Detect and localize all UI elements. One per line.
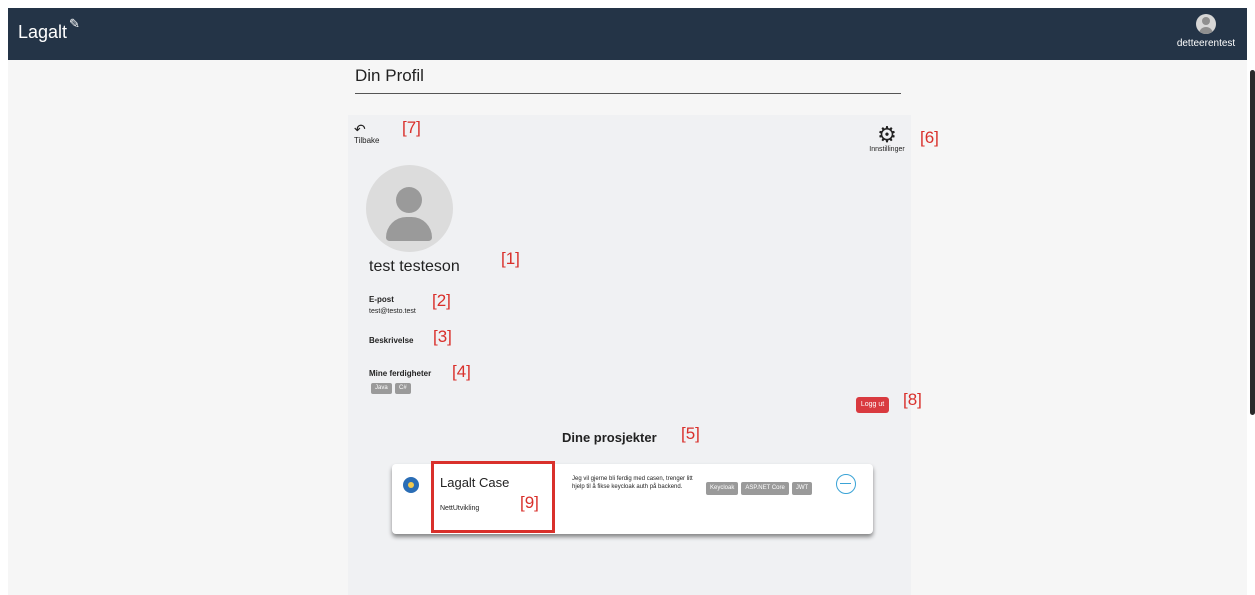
skills-label: Mine ferdigheter xyxy=(369,369,432,378)
skill-chip: Java xyxy=(371,383,392,394)
project-tag: JWT xyxy=(791,482,813,495)
brand-name: Lagalt xyxy=(18,22,68,42)
top-navbar: Lagalt ✎ detteerentest xyxy=(8,8,1247,60)
avatar-head xyxy=(396,187,422,213)
window-frame-left xyxy=(0,0,8,595)
brand[interactable]: Lagalt ✎ xyxy=(18,16,80,43)
project-tag: Keycloak xyxy=(706,482,739,495)
pencil-icon: ✎ xyxy=(69,16,80,31)
gear-icon: ⚙ xyxy=(877,122,897,147)
undo-arrow-icon: ↶ xyxy=(354,121,366,137)
annotation-marker-6: [6] xyxy=(920,128,939,147)
profile-avatar-icon xyxy=(366,165,453,252)
email-value: test@testo.test xyxy=(369,308,416,315)
project-tags: Keycloak ASP.NET Core JWT xyxy=(706,482,813,495)
user-menu[interactable]: detteerentest xyxy=(1171,14,1241,49)
page-title: Din Profil xyxy=(355,66,424,85)
logout-button[interactable]: Logg ut xyxy=(856,397,889,413)
username-label: detteerentest xyxy=(1176,38,1236,49)
title-divider xyxy=(355,93,901,94)
email-label: E-post xyxy=(369,295,394,304)
project-tag: ASP.NET Core xyxy=(741,482,789,495)
settings-button[interactable]: ⚙ Innstillinger xyxy=(866,122,908,154)
annotation-marker-5: [5] xyxy=(681,424,700,443)
annotation-marker-2: [2] xyxy=(432,291,451,310)
annotation-marker-7: [7] xyxy=(402,118,421,137)
annotation-marker-4: [4] xyxy=(452,362,471,381)
skill-chip: C# xyxy=(395,383,411,394)
profile-name: test testeson xyxy=(369,258,460,275)
project-description: Jeg vil gjerne bli ferdig med casen, tre… xyxy=(572,476,693,490)
back-label: Tilbake xyxy=(354,136,380,145)
annotation-marker-3: [3] xyxy=(433,327,452,346)
progress-circle-icon xyxy=(836,474,856,494)
back-button[interactable]: ↶ Tilbake xyxy=(354,122,380,145)
avatar-body xyxy=(386,217,432,241)
description-label: Beskrivelse xyxy=(369,336,414,345)
annotation-marker-1: [1] xyxy=(501,249,520,268)
user-avatar-icon xyxy=(1196,14,1216,34)
scrollbar-thumb[interactable] xyxy=(1250,70,1255,415)
annotation-marker-8: [8] xyxy=(903,390,922,409)
highlight-box xyxy=(431,461,555,533)
settings-label: Innstillinger xyxy=(869,146,905,153)
project-logo-icon xyxy=(403,477,419,493)
projects-heading: Dine prosjekter xyxy=(562,430,657,445)
